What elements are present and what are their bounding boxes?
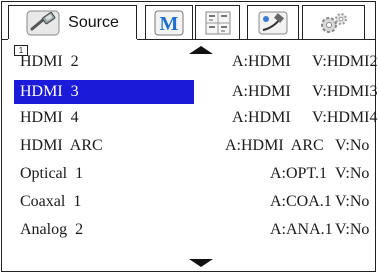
tab-source[interactable]: Source: [8, 5, 137, 39]
audio-source: A:OPT.1: [270, 165, 328, 182]
source-panel: Source M 1 HDMI 2 A:HDMI V:HDMI2 HDMI 3 …: [1, 1, 378, 272]
audio-source: A:HDMI: [232, 109, 291, 126]
tab-source-label: Source: [68, 13, 119, 31]
video-source: V:HDMI3: [312, 83, 378, 100]
list-item[interactable]: HDMI ARC A:HDMI ARC V:No: [14, 134, 369, 158]
list-item-selected[interactable]: HDMI 3 A:HDMI V:HDMI3: [14, 80, 378, 104]
tab-baseline: [2, 39, 8, 40]
audio-source: A:COA.1: [270, 193, 332, 210]
m-logo-icon: M: [154, 10, 184, 36]
source-name: HDMI 2: [20, 53, 79, 70]
tab-bar: Source M: [2, 2, 375, 40]
tab-network[interactable]: [247, 5, 299, 39]
audio-source: A:ANA.1: [270, 221, 333, 238]
list-item[interactable]: HDMI 2 A:HDMI V:HDMI2: [14, 50, 378, 74]
scroll-down-arrow-icon[interactable]: [189, 259, 213, 267]
source-name: HDMI 4: [20, 109, 79, 126]
source-name: Coaxal 1: [20, 193, 82, 210]
source-name: HDMI ARC: [20, 137, 103, 154]
video-source: V:No: [335, 221, 370, 238]
tab-m-logo[interactable]: M: [145, 5, 193, 39]
svg-text:M: M: [160, 13, 179, 35]
list-item[interactable]: Coaxal 1 A:COA.1 V:No: [14, 190, 369, 214]
source-name: Analog 2: [20, 221, 84, 238]
list-item[interactable]: Optical 1 A:OPT.1 V:No: [14, 162, 369, 186]
tab-settings[interactable]: [302, 5, 365, 39]
list-item[interactable]: Analog 2 A:ANA.1 V:No: [14, 218, 369, 242]
grid-table-icon: [204, 10, 232, 36]
source-name: HDMI 3: [20, 83, 79, 100]
audio-source: A:HDMI: [232, 53, 291, 70]
tab-grid[interactable]: [195, 5, 240, 39]
video-source: V:HDMI4: [312, 109, 378, 126]
video-source: V:HDMI2: [312, 53, 378, 70]
audio-source: A:HDMI: [232, 83, 291, 100]
source-name: Optical 1: [20, 165, 84, 182]
video-source: V:No: [335, 193, 370, 210]
video-source: V:No: [335, 165, 370, 182]
tab-baseline: [137, 39, 375, 40]
video-source: V:No: [335, 137, 370, 154]
list-item[interactable]: HDMI 4 A:HDMI V:HDMI4: [14, 106, 378, 130]
network-plug-icon: [257, 10, 289, 36]
audio-source: A:HDMI ARC: [225, 137, 324, 154]
hdmi-cable-icon: [26, 10, 60, 36]
settings-gears-icon: [316, 10, 352, 36]
